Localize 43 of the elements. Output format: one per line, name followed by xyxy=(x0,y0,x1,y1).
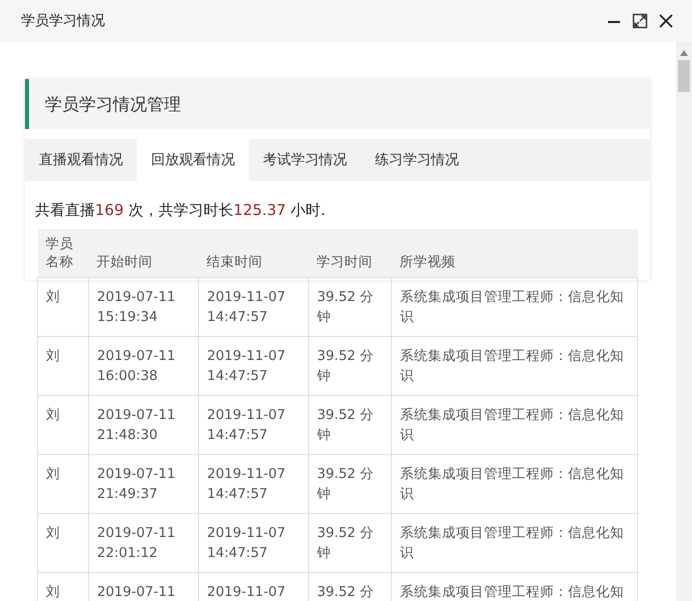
table-cell: 2019-07-11 16:00:38 xyxy=(88,336,198,396)
table-cell: 2019-07-11 21:49:37 xyxy=(88,454,198,514)
column-header: 学习时间 xyxy=(308,229,392,278)
table-cell: 2019-07-11 21:48:30 xyxy=(88,396,198,454)
table-cell: 系统集成项目管理工程师：信息化知识 xyxy=(392,454,638,514)
table-cell: 刘 xyxy=(38,514,88,572)
table-cell: 系统集成项目管理工程师：信息化知识 xyxy=(392,396,638,454)
window-title: 学员学习情况 xyxy=(21,12,105,30)
table-cell: 2019-11-07 14:47:57 xyxy=(198,454,308,514)
column-header: 所学视频 xyxy=(392,229,638,278)
table-cell: 39.52 分钟 xyxy=(308,396,392,454)
panel-title: 学员学习情况管理 xyxy=(45,94,181,116)
scroll-up-icon[interactable] xyxy=(680,50,688,56)
table-cell: 刘 xyxy=(38,336,88,396)
close-icon[interactable] xyxy=(658,13,674,29)
tab[interactable]: 回放观看情况 xyxy=(137,139,249,181)
table-cell: 39.52 分钟 xyxy=(308,278,392,336)
table-cell: 2019-07-11 15:19:34 xyxy=(88,278,198,336)
table-cell: 39.52 分钟 xyxy=(308,514,392,572)
tab[interactable]: 练习学习情况 xyxy=(361,139,473,181)
tab[interactable]: 考试学习情况 xyxy=(249,139,361,181)
column-header: 开始时间 xyxy=(88,229,198,278)
table-cell: 39.52 分钟 xyxy=(308,454,392,514)
table-cell: 39.52 分钟 xyxy=(308,336,392,396)
table-cell: 2019-11-07 14:47:57 xyxy=(198,396,308,454)
table-cell: 2019-11-07 14:47:57 xyxy=(198,514,308,572)
maximize-icon[interactable] xyxy=(632,13,648,29)
table-cell: 2019-07-11 22:01:12 xyxy=(88,514,198,572)
table-cell: 2019-11-07 14:47:57 xyxy=(198,278,308,336)
table-cell: 系统集成项目管理工程师：信息化知识 xyxy=(392,278,638,336)
scrollbar[interactable] xyxy=(676,42,692,601)
column-header: 结束时间 xyxy=(198,229,308,278)
table-cell: 刘 xyxy=(38,572,88,601)
table-cell: 系统集成项目管理工程师：信息化知识 xyxy=(392,514,638,572)
table-cell: 系统集成项目管理工程师：信息化知识 xyxy=(392,336,638,396)
table-cell: 刘 xyxy=(38,396,88,454)
scrollbar-thumb[interactable] xyxy=(678,60,690,92)
table-cell: 2019-11-07 14:47:57 xyxy=(198,336,308,396)
column-header: 学员名称 xyxy=(38,229,88,278)
table-cell: 刘 xyxy=(38,454,88,514)
summary-text: 共看直播169 次，共学习时长125.37 小时. xyxy=(34,200,326,220)
table-cell: 刘 xyxy=(38,278,88,336)
tab[interactable]: 直播观看情况 xyxy=(25,139,137,181)
